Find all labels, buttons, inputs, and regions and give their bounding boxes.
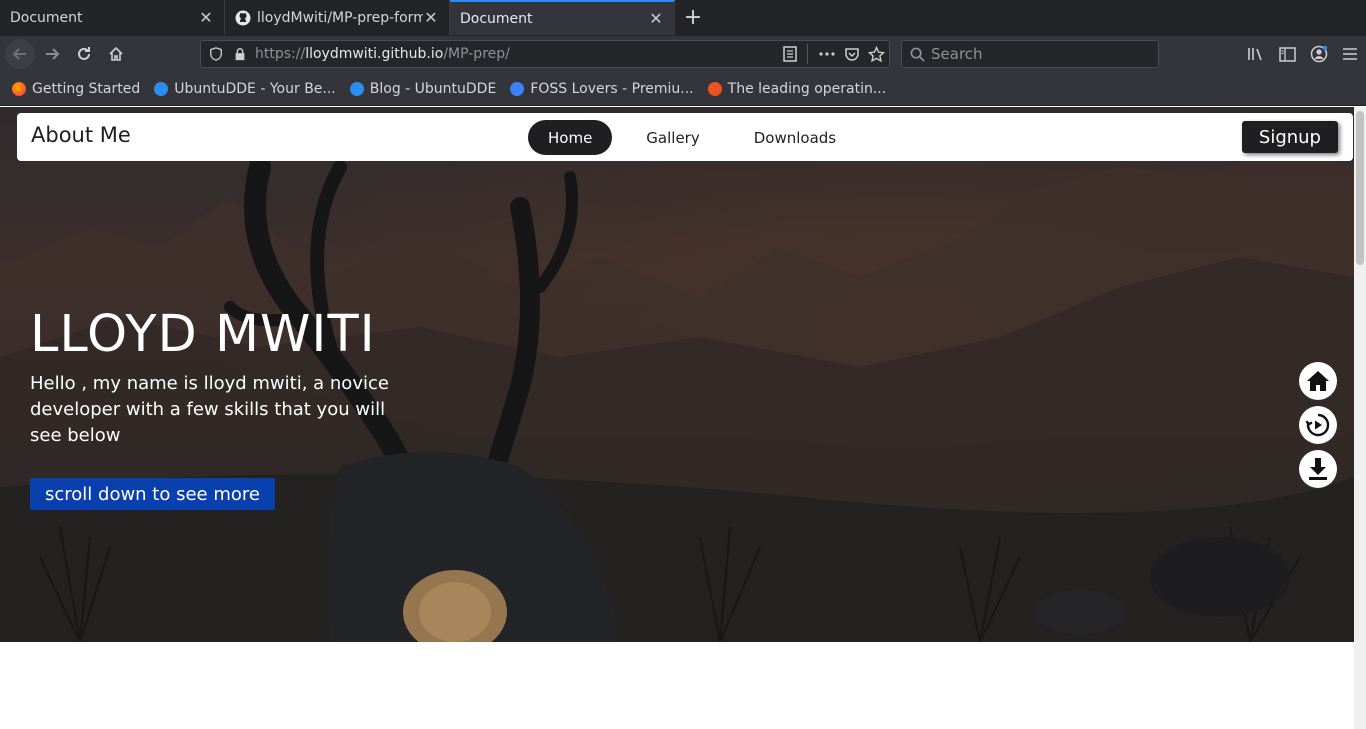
page-viewport: About Me Home Gallery Downloads Signup L… (0, 107, 1354, 729)
bookmarks-bar: Getting Started UbuntuDDE - Your Be... B… (0, 72, 1366, 106)
signup-button[interactable]: Signup (1241, 121, 1338, 153)
nav-downloads[interactable]: Downloads (734, 120, 856, 155)
close-icon[interactable]: ✕ (423, 9, 439, 26)
shield-icon[interactable] (209, 47, 223, 61)
bookmark-item[interactable]: FOSS Lovers - Premiu... (510, 80, 694, 97)
bookmark-label: Blog - UbuntuDDE (369, 80, 497, 97)
lock-icon[interactable] (233, 47, 247, 61)
bookmark-label: FOSS Lovers - Premiu... (530, 80, 694, 97)
arrow-left-icon (12, 48, 26, 60)
reload-button[interactable] (69, 39, 99, 69)
ubuntudde-icon (154, 81, 169, 96)
hero-description: Hello , my name is lloyd mwiti, a novice… (30, 373, 389, 446)
close-icon[interactable]: ✕ (198, 9, 214, 26)
tab-title: lloydMwiti/MP-prep-form (257, 9, 423, 26)
browser-toolbar: https://lloydmwiti.github.io/MP-prep/ (0, 36, 1366, 72)
search-bar[interactable] (901, 40, 1159, 68)
download-fab[interactable] (1299, 450, 1337, 488)
close-icon[interactable]: ✕ (648, 10, 664, 27)
bookmark-item[interactable]: Getting Started (12, 81, 140, 97)
site-brand[interactable]: About Me (31, 123, 131, 147)
home-icon (109, 46, 123, 61)
back-button[interactable] (5, 39, 35, 69)
forward-button[interactable] (37, 39, 67, 69)
home-fab[interactable] (1299, 362, 1337, 400)
bookmark-label: Getting Started (32, 80, 141, 97)
home-button[interactable] (101, 39, 131, 69)
search-icon (910, 47, 925, 62)
floating-action-buttons (1299, 362, 1337, 488)
reload-icon (78, 47, 90, 60)
url-actions (783, 41, 885, 67)
tab-bar: Document ✕ lloydMwiti/MP-prep-form ✕ Doc… (0, 0, 1366, 36)
tab-title: Document (460, 10, 533, 27)
site-menu: Home Gallery Downloads (528, 120, 870, 155)
bookmark-star-icon[interactable] (868, 45, 885, 63)
scroll-down-button[interactable]: scroll down to see more (30, 478, 275, 510)
more-actions-icon[interactable] (818, 46, 836, 62)
ubuntu-icon (707, 81, 722, 96)
url-path: /MP-prep/ (443, 46, 510, 62)
home-icon (1307, 371, 1329, 391)
bookmark-item[interactable]: Blog - UbuntuDDE (349, 80, 497, 97)
search-input[interactable] (931, 45, 1141, 63)
tab-document-active[interactable]: Document ✕ (450, 0, 675, 35)
nav-home[interactable]: Home (528, 120, 613, 155)
foss-lovers-icon (510, 81, 525, 96)
url-bar[interactable]: https://lloydmwiti.github.io/MP-prep/ (200, 40, 890, 68)
account-icon[interactable] (1310, 45, 1328, 63)
scrollbar-thumb[interactable] (1356, 111, 1364, 265)
toolbar-right (1247, 40, 1358, 68)
new-tab-button[interactable]: + (675, 0, 711, 35)
url-host: lloydmwiti.github.io (305, 46, 444, 62)
bookmark-item[interactable]: The leading operatin... (707, 80, 887, 97)
menu-icon[interactable] (1342, 47, 1358, 61)
github-icon (235, 10, 251, 25)
nav-gallery[interactable]: Gallery (626, 120, 719, 155)
sidebar-icon[interactable] (1279, 46, 1296, 62)
tab-title: Document (10, 9, 83, 26)
ubuntudde-icon (349, 81, 364, 96)
replay-icon (1305, 413, 1330, 437)
bookmark-label: The leading operatin... (727, 80, 887, 97)
url-prefix: https:// (255, 46, 306, 62)
hero-title: LLOYD MWITI (30, 305, 376, 364)
pocket-icon[interactable] (844, 46, 860, 62)
library-icon[interactable] (1247, 46, 1265, 62)
bookmark-label: UbuntuDDE - Your Be... (174, 80, 336, 97)
download-icon (1309, 458, 1327, 480)
divider (807, 44, 808, 64)
reader-view-icon[interactable] (783, 46, 797, 62)
hero-section: About Me Home Gallery Downloads Signup L… (0, 107, 1354, 642)
tab-document-1[interactable]: Document ✕ (0, 0, 225, 35)
tab-github[interactable]: lloydMwiti/MP-prep-form ✕ (225, 0, 450, 35)
site-navbar: About Me Home Gallery Downloads Signup (17, 113, 1353, 161)
arrow-right-icon (46, 48, 60, 60)
page-scrollbar[interactable] (1354, 107, 1366, 729)
replay-fab[interactable] (1299, 406, 1337, 444)
bookmark-item[interactable]: UbuntuDDE - Your Be... (154, 81, 336, 97)
firefox-icon (12, 81, 26, 96)
url-text[interactable]: https://lloydmwiti.github.io/MP-prep/ (255, 46, 510, 62)
